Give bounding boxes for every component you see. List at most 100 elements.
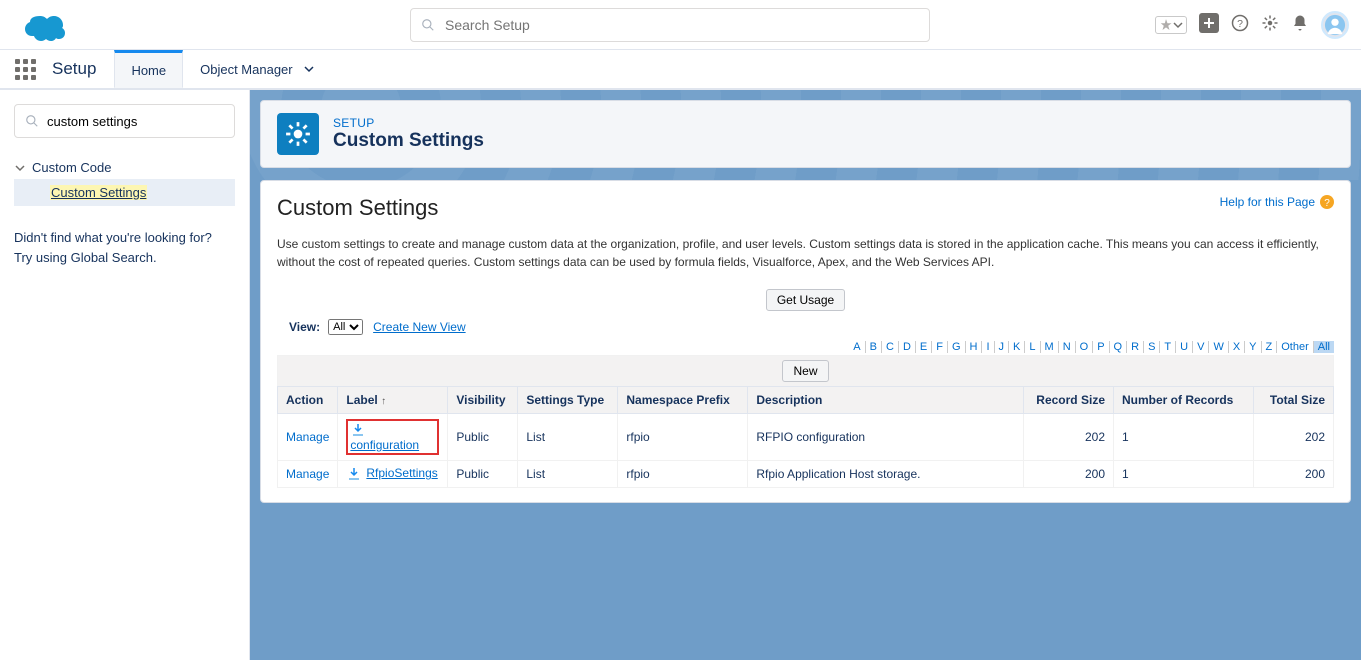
star-icon — [1159, 18, 1173, 32]
alpha-letter[interactable]: F — [932, 341, 948, 353]
page-header-icon — [277, 113, 319, 155]
main-panel: Help for this Page ? Custom Settings Use… — [260, 180, 1351, 503]
main-layout: Custom Code Custom Settings Didn't find … — [0, 90, 1361, 660]
col-namespace[interactable]: Namespace Prefix — [618, 387, 748, 414]
create-view-link[interactable]: Create New View — [373, 320, 465, 334]
manage-link[interactable]: Manage — [286, 430, 329, 444]
context-bar: Setup Home Object Manager — [0, 50, 1361, 90]
alpha-letter[interactable]: N — [1059, 341, 1076, 353]
alpha-letter[interactable]: S — [1144, 341, 1160, 353]
alpha-letter[interactable]: U — [1176, 341, 1193, 353]
table-row: ManageconfigurationPublicListrfpioRFPIO … — [278, 414, 1334, 461]
col-visibility[interactable]: Visibility — [448, 387, 518, 414]
alpha-letter[interactable]: Other — [1277, 341, 1314, 353]
row-label-link[interactable]: RfpioSettings — [366, 466, 437, 480]
gear-icon — [285, 121, 311, 147]
alpha-letter[interactable]: M — [1041, 341, 1059, 353]
quick-find[interactable] — [14, 104, 235, 138]
svg-text:?: ? — [1237, 18, 1243, 30]
tree-node-custom-code[interactable]: Custom Code — [14, 156, 235, 179]
manage-link[interactable]: Manage — [286, 467, 329, 481]
col-num-records[interactable]: Number of Records — [1114, 387, 1254, 414]
tab-object-manager[interactable]: Object Manager — [183, 50, 332, 88]
view-select[interactable]: All — [328, 319, 363, 335]
col-record-size[interactable]: Record Size — [1024, 387, 1114, 414]
global-create-button[interactable] — [1199, 13, 1219, 36]
col-settings-type[interactable]: Settings Type — [518, 387, 618, 414]
get-usage-button[interactable]: Get Usage — [766, 289, 845, 311]
alpha-letter[interactable]: Y — [1245, 341, 1261, 353]
alpha-letter[interactable]: H — [966, 341, 983, 353]
tree-label: Custom Settings — [50, 185, 147, 200]
global-search[interactable] — [410, 8, 930, 42]
alpha-filter: ABCDEFGHIJKLMNOPQRSTUVWXYZOtherAll — [277, 341, 1334, 353]
alpha-letter[interactable]: E — [916, 341, 932, 353]
gear-icon — [1261, 14, 1279, 32]
page-title: Custom Settings — [333, 130, 484, 152]
chevron-down-icon — [14, 162, 26, 174]
alpha-letter[interactable]: O — [1076, 341, 1094, 353]
notifications-button[interactable] — [1291, 14, 1309, 35]
tab-home[interactable]: Home — [114, 50, 183, 88]
alpha-letter[interactable]: V — [1193, 341, 1209, 353]
search-icon — [25, 114, 39, 128]
custom-settings-table: New Action Label ↑ Visibility Settings T… — [277, 355, 1334, 488]
alpha-letter[interactable]: C — [882, 341, 899, 353]
col-total-size[interactable]: Total Size — [1254, 387, 1334, 414]
alpha-letter[interactable]: P — [1093, 341, 1109, 353]
chevron-down-icon — [303, 63, 315, 75]
tab-label: Home — [131, 63, 166, 78]
alpha-letter[interactable]: X — [1229, 341, 1245, 353]
alpha-letter[interactable]: J — [995, 341, 1010, 353]
sidebar-hint: Didn't find what you're looking for? Try… — [14, 228, 235, 267]
app-name: Setup — [50, 50, 114, 88]
alpha-letter[interactable]: L — [1025, 341, 1040, 353]
alpha-letter[interactable]: Q — [1110, 341, 1128, 353]
table-row: ManageRfpioSettingsPublicListrfpioRfpio … — [278, 461, 1334, 488]
global-search-input[interactable] — [445, 17, 919, 33]
global-header: ? — [0, 0, 1361, 50]
alpha-letter[interactable]: All — [1314, 341, 1334, 353]
tree-node-custom-settings[interactable]: Custom Settings — [14, 179, 235, 206]
alpha-letter[interactable]: G — [948, 341, 966, 353]
help-button[interactable]: ? — [1231, 14, 1249, 35]
tree-label: Custom Code — [32, 160, 111, 175]
alpha-letter[interactable]: Z — [1262, 341, 1278, 353]
alpha-letter[interactable]: R — [1127, 341, 1144, 353]
col-description[interactable]: Description — [748, 387, 1024, 414]
download-icon — [350, 422, 366, 438]
download-icon — [346, 466, 362, 482]
favorites-button[interactable] — [1155, 16, 1187, 34]
panel-title: Custom Settings — [277, 195, 1334, 221]
header-actions: ? — [1155, 11, 1349, 39]
setup-sidebar: Custom Code Custom Settings Didn't find … — [0, 90, 250, 660]
col-label[interactable]: Label ↑ — [338, 387, 448, 414]
sort-up-icon: ↑ — [381, 396, 386, 407]
alpha-letter[interactable]: I — [982, 341, 994, 353]
row-label-link[interactable]: configuration — [350, 438, 419, 452]
help-icon: ? — [1320, 195, 1334, 209]
new-button[interactable]: New — [782, 360, 828, 382]
bell-icon — [1291, 14, 1309, 32]
page-eyebrow: SETUP — [333, 116, 484, 130]
alpha-letter[interactable]: D — [899, 341, 916, 353]
user-avatar[interactable] — [1321, 11, 1349, 39]
app-launcher-button[interactable] — [0, 50, 50, 88]
content-area: SETUP Custom Settings Help for this Page… — [250, 90, 1361, 660]
chevron-down-icon — [1173, 20, 1183, 30]
alpha-letter[interactable]: K — [1009, 341, 1025, 353]
question-icon: ? — [1231, 14, 1249, 32]
tab-label: Object Manager — [200, 62, 293, 77]
alpha-letter[interactable]: A — [849, 341, 865, 353]
view-label: View: — [289, 320, 320, 334]
alpha-letter[interactable]: B — [866, 341, 882, 353]
panel-desc: Use custom settings to create and manage… — [277, 235, 1334, 271]
alpha-letter[interactable]: W — [1209, 341, 1228, 353]
setup-button[interactable] — [1261, 14, 1279, 35]
salesforce-logo — [22, 8, 70, 42]
alpha-letter[interactable]: T — [1160, 341, 1176, 353]
col-action: Action — [278, 387, 338, 414]
help-link[interactable]: Help for this Page ? — [1220, 195, 1334, 209]
quick-find-input[interactable] — [47, 114, 224, 129]
view-filter: View: All Create New View — [289, 319, 1334, 335]
